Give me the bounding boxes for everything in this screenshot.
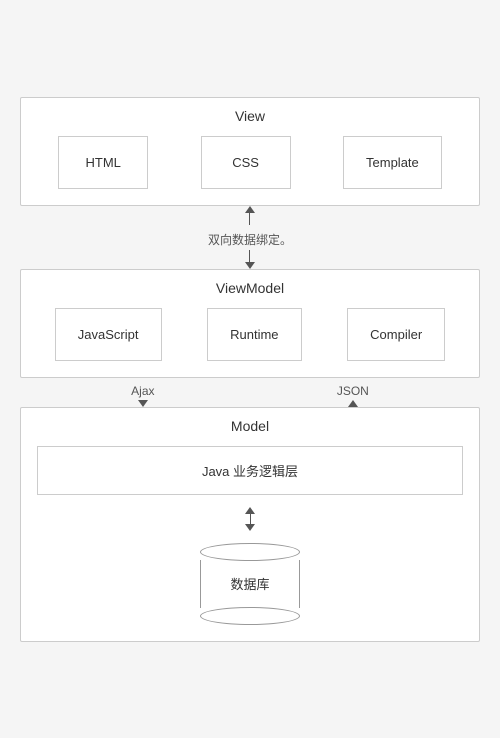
- viewmodel-title: ViewModel: [37, 280, 463, 296]
- cylinder-bottom: [200, 607, 300, 625]
- viewmodel-layer: ViewModel JavaScript Runtime Compiler: [20, 269, 480, 378]
- model-inner: Java 业务逻辑层 数据库: [37, 446, 463, 625]
- json-arrow-up-icon: [348, 400, 358, 407]
- ajax-arrow-down-icon: [138, 400, 148, 407]
- json-label: JSON: [337, 384, 369, 398]
- db-label: 数据库: [230, 574, 269, 593]
- arrow-line: [249, 213, 250, 225]
- db-arrow-down-icon: [245, 524, 255, 531]
- model-title: Model: [37, 418, 463, 434]
- viewmodel-boxes: JavaScript Runtime Compiler: [37, 308, 463, 361]
- view-boxes: HTML CSS Template: [37, 136, 463, 189]
- javascript-box: JavaScript: [55, 308, 162, 361]
- view-title: View: [37, 108, 463, 124]
- css-box: CSS: [201, 136, 291, 189]
- model-layer: Model Java 业务逻辑层 数据库: [20, 407, 480, 642]
- ajax-json-arrows: Ajax JSON: [20, 378, 480, 407]
- database-cylinder: 数据库: [200, 543, 300, 625]
- template-box: Template: [343, 136, 442, 189]
- db-arrow: [245, 507, 255, 531]
- compiler-box: Compiler: [347, 308, 445, 361]
- binding-label: 双向数据绑定。: [208, 231, 292, 248]
- cylinder-body: 数据库: [200, 560, 300, 608]
- arrow-down-icon: [245, 262, 255, 269]
- arrow-line-2: [249, 250, 250, 262]
- db-arrow-line: [250, 514, 251, 524]
- arrow-up-icon: [245, 206, 255, 213]
- view-layer: View HTML CSS Template: [20, 97, 480, 206]
- json-arrow: JSON: [337, 378, 369, 407]
- db-arrow-up-icon: [245, 507, 255, 514]
- runtime-box: Runtime: [207, 308, 301, 361]
- cylinder-top: [200, 543, 300, 561]
- binding-arrow: 双向数据绑定。: [208, 206, 292, 269]
- html-box: HTML: [58, 136, 148, 189]
- ajax-arrow: Ajax: [131, 378, 154, 407]
- java-box: Java 业务逻辑层: [37, 446, 463, 495]
- ajax-label: Ajax: [131, 384, 154, 398]
- diagram: View HTML CSS Template 双向数据绑定。 ViewModel…: [20, 77, 480, 662]
